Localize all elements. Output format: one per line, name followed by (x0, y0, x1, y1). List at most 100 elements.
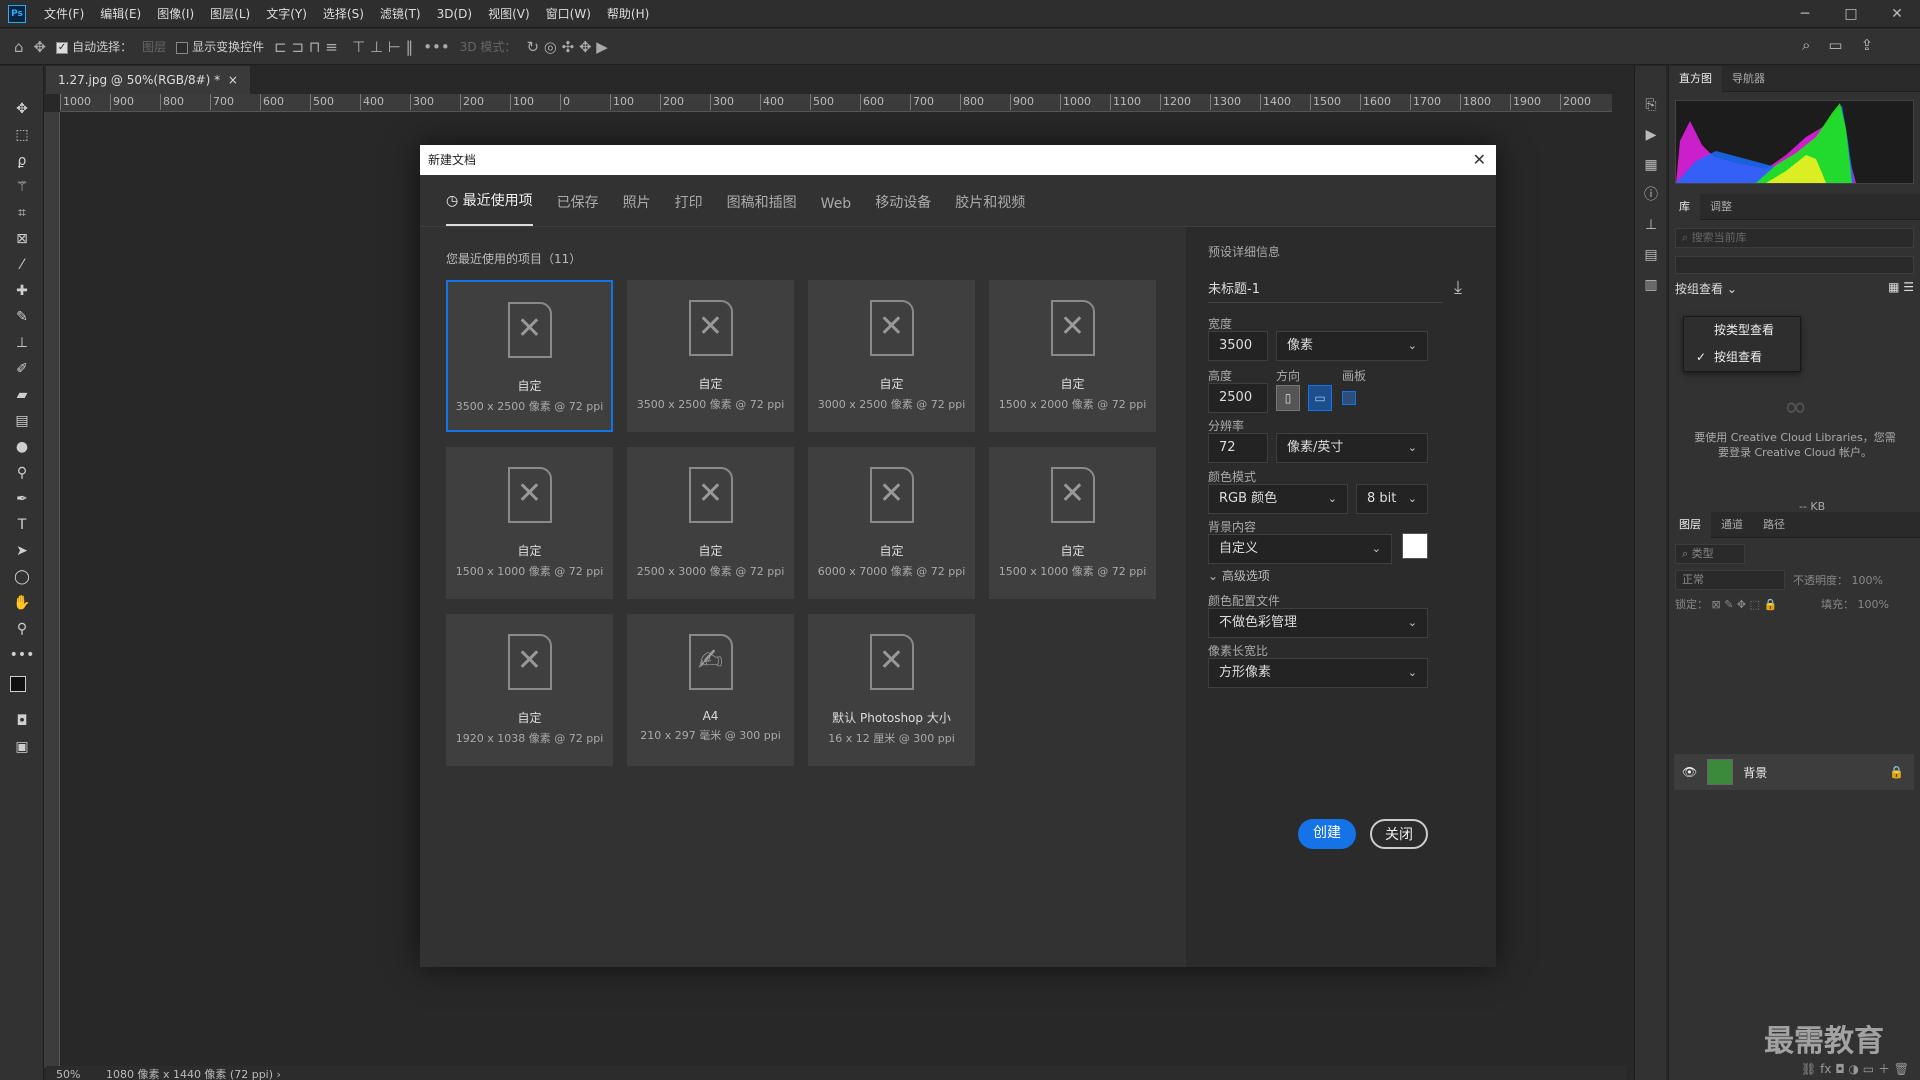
pen-icon[interactable]: ✒ (0, 486, 44, 512)
frame-icon[interactable]: ⊠ (0, 226, 44, 252)
layer-row[interactable]: 👁 背景 🔒 (1674, 754, 1914, 790)
path-select-icon[interactable]: ➤ (0, 538, 44, 564)
menu-view[interactable]: 视图(V) (480, 5, 538, 22)
preset-card[interactable]: ✕ 自定 1500 x 1000 像素 @ 72 ppi (989, 447, 1156, 599)
gradient-icon[interactable]: ▤ (0, 408, 44, 434)
preset-card[interactable]: ✕ 默认 Photoshop 大小 16 x 12 厘米 @ 300 ppi (808, 614, 975, 766)
view-by-dropdown[interactable]: 按组查看 ⌄ (1675, 280, 1737, 297)
blur-icon[interactable]: ● (0, 434, 44, 460)
width-unit-select[interactable]: 像素 ⌄ (1276, 331, 1428, 361)
advanced-options-toggle[interactable]: ⌄ 高级选项 (1208, 567, 1270, 584)
share-icon[interactable]: ⇪ (1861, 36, 1874, 54)
tab-saved[interactable]: 已保存 (557, 192, 599, 226)
tab-recent[interactable]: ◷ 最近使用项 (446, 190, 533, 226)
layer-kind-filter[interactable]: ⌕ 类型 (1675, 544, 1745, 564)
width-input[interactable]: 3500 (1208, 331, 1268, 361)
healing-icon[interactable]: ✚ (0, 278, 44, 304)
color-swatches[interactable] (0, 668, 43, 708)
preset-card[interactable]: ✕ 自定 3500 x 2500 像素 @ 72 ppi (627, 280, 794, 432)
character-icon[interactable]: ⊥ (1635, 210, 1667, 240)
preset-card[interactable]: ✍ A4 210 x 297 毫米 @ 300 ppi (627, 614, 794, 766)
library-select[interactable] (1675, 256, 1914, 274)
tab-film-video[interactable]: 胶片和视频 (955, 192, 1025, 226)
layer-select-dropdown[interactable]: 图层 (142, 38, 166, 55)
actions-icon[interactable]: ▶ (1635, 120, 1667, 150)
auto-select-checkbox[interactable]: ✓ 自动选择： (56, 38, 132, 55)
opacity-input[interactable]: 100% (1852, 574, 1883, 587)
menu-type[interactable]: 文字(Y) (258, 5, 315, 22)
document-name-field[interactable]: 未标题-1 (1208, 277, 1443, 303)
close-icon[interactable]: ✕ (1473, 145, 1486, 175)
visibility-eye-icon[interactable]: 👁 (1682, 765, 1697, 779)
close-button[interactable]: 关闭 (1370, 819, 1428, 849)
preset-card[interactable]: ✕ 自定 6000 x 7000 像素 @ 72 ppi (808, 447, 975, 599)
info-icon[interactable]: ⓘ (1635, 180, 1667, 210)
resolution-input[interactable]: 72 (1208, 433, 1268, 463)
search-icon[interactable]: ⌕ (1802, 36, 1810, 54)
menu-3d[interactable]: 3D(D) (429, 7, 480, 21)
tab-mobile[interactable]: 移动设备 (875, 192, 931, 226)
create-button[interactable]: 创建 (1298, 819, 1356, 849)
tab-histogram[interactable]: 直方图 (1669, 65, 1722, 92)
menu-filter[interactable]: 滤镜(T) (372, 5, 429, 22)
tab-libraries[interactable]: 库 (1669, 193, 1700, 220)
chevron-right-icon[interactable]: › (277, 1068, 281, 1080)
pixel-aspect-select[interactable]: 方形像素 ⌄ (1208, 658, 1428, 688)
preset-card[interactable]: ✕ 自定 1500 x 2000 像素 @ 72 ppi (989, 280, 1156, 432)
type-icon[interactable]: T (0, 512, 44, 538)
tab-web[interactable]: Web (821, 196, 852, 226)
menu-layer[interactable]: 图层(L) (202, 5, 258, 22)
tab-channels[interactable]: 通道 (1711, 512, 1753, 538)
menu-help[interactable]: 帮助(H) (599, 5, 657, 22)
tab-paths[interactable]: 路径 (1753, 512, 1795, 538)
document-tab[interactable]: 1.27.jpg @ 50%(RGB/8#) * × (46, 66, 250, 94)
menu-item-by-group[interactable]: ✓ 按组查看 (1684, 344, 1800, 371)
eyedropper-icon[interactable]: ⁄ (0, 252, 44, 278)
height-input[interactable]: 2500 (1208, 383, 1268, 413)
marquee-icon[interactable]: ⬚ (0, 122, 44, 148)
more-icon[interactable]: ••• (423, 38, 450, 56)
tab-navigator[interactable]: 导航器 (1722, 66, 1775, 92)
blend-mode-select[interactable]: 正常 (1675, 570, 1785, 590)
landscape-orientation-icon[interactable]: ▭ (1308, 385, 1332, 411)
bit-depth-select[interactable]: 8 bit ⌄ (1356, 484, 1428, 514)
layer-footer-icons[interactable]: ⛓ fx ◘ ◑ ▭ ＋ 🗑 (1669, 1060, 1920, 1080)
tab-adjustments[interactable]: 调整 (1700, 194, 1742, 220)
save-preset-icon[interactable]: ⤓ (1454, 277, 1462, 298)
3d-tools-icons[interactable]: ↻ ◎ ✣ ✥ ▶ (526, 38, 607, 56)
tab-art-illustration[interactable]: 图稿和插图 (727, 192, 797, 226)
preset-card[interactable]: ✕ 自定 1920 x 1038 像素 @ 72 ppi (446, 614, 613, 766)
menu-select[interactable]: 选择(S) (315, 5, 372, 22)
magic-wand-icon[interactable]: ⚚ (0, 174, 44, 200)
more-tools-icon[interactable]: ••• (0, 642, 44, 668)
align-icons[interactable]: ⊏ ⊐ ⊓ ≡ ⊤ ⊥ ⊢ ‖ (274, 38, 413, 56)
resolution-unit-select[interactable]: 像素/英寸 ⌄ (1276, 433, 1428, 463)
close-window-button[interactable]: ✕ (1874, 0, 1920, 28)
workspace-icon[interactable]: ▭ (1828, 36, 1842, 54)
home-icon[interactable]: ⌂ (14, 38, 24, 56)
lock-icons[interactable]: ⊠ ✎ ✥ ⬚ 🔒 (1712, 598, 1778, 611)
background-contents-select[interactable]: 自定义 ⌄ (1208, 534, 1392, 564)
stamp-icon[interactable]: ⊥ (0, 330, 44, 356)
minimize-button[interactable]: ─ (1782, 0, 1828, 28)
move-tool-icon[interactable]: ✥ (34, 38, 47, 56)
artboard-checkbox[interactable] (1342, 391, 1356, 405)
brush-icon[interactable]: ✎ (0, 304, 44, 330)
preset-card[interactable]: ✕ 自定 3000 x 2500 像素 @ 72 ppi (808, 280, 975, 432)
color-profile-select[interactable]: 不做色彩管理 ⌄ (1208, 608, 1428, 638)
history-brush-icon[interactable]: ✐ (0, 356, 44, 382)
zoom-level[interactable]: 50% (56, 1068, 80, 1080)
portrait-orientation-icon[interactable]: ▯ (1276, 385, 1300, 411)
preset-card[interactable]: ✕ 自定 3500 x 2500 像素 @ 72 ppi (446, 280, 613, 432)
menu-item-by-type[interactable]: 按类型查看 (1684, 317, 1800, 344)
menu-edit[interactable]: 编辑(E) (92, 5, 149, 22)
fill-input[interactable]: 100% (1858, 598, 1889, 611)
quick-mask-icon[interactable]: ◘ (0, 708, 44, 734)
grid-list-view-icons[interactable]: ▦ ☰ (1888, 280, 1914, 297)
menu-image[interactable]: 图像(I) (149, 5, 202, 22)
close-tab-icon[interactable]: × (228, 73, 238, 87)
library-search-input[interactable]: ⌕ 搜索当前库 (1675, 228, 1914, 248)
menu-file[interactable]: 文件(F) (36, 5, 92, 22)
tab-layers[interactable]: 图层 (1669, 511, 1711, 538)
history-icon[interactable]: ⎘ (1635, 90, 1667, 120)
